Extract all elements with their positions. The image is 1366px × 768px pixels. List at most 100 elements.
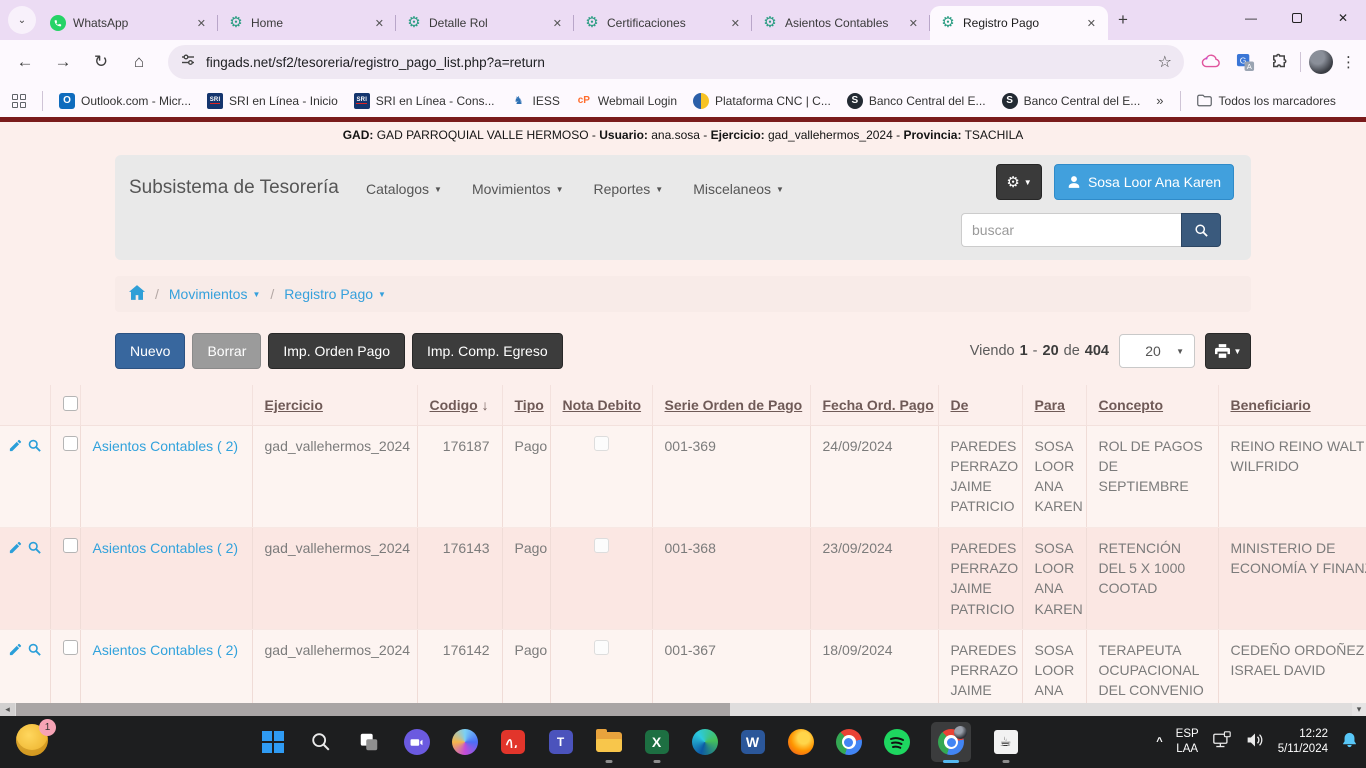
taskbar-widget-icon[interactable]: 1 xyxy=(16,724,52,760)
touch-keyboard-icon[interactable] xyxy=(1212,731,1232,754)
copilot-button[interactable] xyxy=(451,729,478,756)
bookmark-sri-consultas[interactable]: SRISRI en Línea - Cons... xyxy=(354,93,495,109)
asientos-contables-link[interactable]: Asientos Contables ( 2) xyxy=(93,540,239,556)
apps-grid-icon[interactable] xyxy=(12,94,26,108)
imp-comp-egreso-button[interactable]: Imp. Comp. Egreso xyxy=(412,333,563,369)
row-checkbox[interactable] xyxy=(63,436,78,451)
horizontal-scrollbar[interactable]: ◂ ▾ xyxy=(0,703,1366,716)
spotify-button[interactable] xyxy=(883,729,910,756)
back-icon[interactable]: ← xyxy=(10,47,40,77)
tab-certificaciones[interactable]: ⚙ Certificaciones ✕ xyxy=(574,6,752,40)
print-button[interactable]: ▼ xyxy=(1205,333,1251,369)
reload-icon[interactable]: ↻ xyxy=(86,47,116,77)
chrome-active-window-button[interactable] xyxy=(931,722,971,762)
horizontal-scrollbar-thumb[interactable] xyxy=(16,703,730,716)
bookmark-cnc[interactable]: Plataforma CNC | C... xyxy=(693,93,831,109)
translate-icon[interactable]: GA xyxy=(1232,49,1258,75)
file-explorer-button[interactable] xyxy=(595,729,622,756)
edge-button[interactable] xyxy=(691,729,718,756)
col-para[interactable]: Para xyxy=(1022,385,1086,425)
menu-movimientos[interactable]: Movimientos▼ xyxy=(472,181,564,197)
word-button[interactable]: W xyxy=(739,729,766,756)
menu-reportes[interactable]: Reportes▼ xyxy=(593,181,663,197)
nuevo-button[interactable]: Nuevo xyxy=(115,333,185,369)
window-close-button[interactable]: ✕ xyxy=(1320,0,1366,36)
col-codigo[interactable]: Codigo ↓ xyxy=(417,385,502,425)
col-de[interactable]: De xyxy=(938,385,1022,425)
tab-whatsapp[interactable]: WhatsApp ✕ xyxy=(40,6,218,40)
tab-detalle-rol[interactable]: ⚙ Detalle Rol ✕ xyxy=(396,6,574,40)
scroll-left-arrow[interactable]: ◂ xyxy=(0,703,15,716)
imp-orden-pago-button[interactable]: Imp. Orden Pago xyxy=(268,333,405,369)
col-tipo[interactable]: Tipo xyxy=(502,385,550,425)
firefox-button[interactable] xyxy=(787,729,814,756)
chat-app-button[interactable] xyxy=(403,729,430,756)
java-app-button[interactable]: ☕ xyxy=(992,729,1019,756)
scroll-down-arrow[interactable]: ▾ xyxy=(1352,703,1366,716)
edit-icon[interactable] xyxy=(8,440,23,456)
acrobat-button[interactable] xyxy=(499,729,526,756)
row-checkbox[interactable] xyxy=(63,538,78,553)
bookmark-webmail[interactable]: cPWebmail Login xyxy=(576,93,677,109)
url-bar[interactable]: fingads.net/sf2/tesoreria/registro_pago_… xyxy=(168,45,1184,79)
bookmark-star-icon[interactable]: ☆ xyxy=(1158,52,1172,72)
tray-overflow-chevron[interactable]: ^ xyxy=(1156,736,1162,748)
clock[interactable]: 12:22 5/11/2024 xyxy=(1278,727,1328,757)
asientos-contables-link[interactable]: Asientos Contables ( 2) xyxy=(93,438,239,454)
start-button[interactable] xyxy=(259,729,286,756)
search-button[interactable] xyxy=(1181,213,1221,247)
col-fecha[interactable]: Fecha Ord. Pago xyxy=(810,385,938,425)
asientos-contables-link[interactable]: Asientos Contables ( 2) xyxy=(93,642,239,658)
site-settings-icon[interactable] xyxy=(180,52,196,73)
excel-button[interactable]: X xyxy=(643,729,670,756)
forward-icon[interactable]: → xyxy=(48,47,78,77)
bookmark-outlook[interactable]: OOutlook.com - Micr... xyxy=(59,93,191,109)
settings-button[interactable]: ⚙▼ xyxy=(996,164,1042,200)
col-beneficiario[interactable]: Beneficiario xyxy=(1218,385,1366,425)
notification-bell-icon[interactable] xyxy=(1341,731,1358,754)
new-tab-button[interactable]: + xyxy=(1118,10,1128,30)
extensions-puzzle-icon[interactable] xyxy=(1266,49,1292,75)
tab-registro-pago-active[interactable]: ⚙ Registro Pago ✕ xyxy=(930,6,1108,40)
chrome-button[interactable] xyxy=(835,729,862,756)
volume-icon[interactable] xyxy=(1245,731,1265,754)
page-size-select[interactable]: 20▼ xyxy=(1119,334,1195,368)
view-icon[interactable] xyxy=(27,542,42,558)
user-button[interactable]: Sosa Loor Ana Karen xyxy=(1054,164,1234,200)
bookmark-iess[interactable]: ♞IESS xyxy=(511,93,560,109)
col-serie[interactable]: Serie Orden de Pago xyxy=(652,385,810,425)
taskbar-search-button[interactable] xyxy=(307,729,334,756)
view-icon[interactable] xyxy=(27,440,42,456)
close-icon[interactable]: ✕ xyxy=(371,15,388,32)
tab-home[interactable]: ⚙ Home ✕ xyxy=(218,6,396,40)
menu-miscelaneos[interactable]: Miscelaneos▼ xyxy=(693,181,784,197)
bookmark-bce-2[interactable]: SBanco Central del E... xyxy=(1002,93,1141,109)
close-icon[interactable]: ✕ xyxy=(727,15,744,32)
breadcrumb-movimientos[interactable]: Movimientos▼ xyxy=(169,286,261,302)
edit-icon[interactable] xyxy=(8,644,23,660)
menu-catalogos[interactable]: Catalogos▼ xyxy=(366,181,442,197)
home-breadcrumb-icon[interactable] xyxy=(129,285,145,303)
col-ejercicio[interactable]: Ejercicio xyxy=(252,385,417,425)
close-icon[interactable]: ✕ xyxy=(905,15,922,32)
tab-asientos-contables[interactable]: ⚙ Asientos Contables ✕ xyxy=(752,6,930,40)
bookmarks-overflow-button[interactable]: » xyxy=(1156,93,1163,108)
col-concepto[interactable]: Concepto xyxy=(1086,385,1218,425)
close-icon[interactable]: ✕ xyxy=(1083,15,1100,32)
select-all-checkbox[interactable] xyxy=(63,396,78,411)
teams-button[interactable]: T xyxy=(547,729,574,756)
window-minimize-button[interactable]: — xyxy=(1228,0,1274,36)
borrar-button[interactable]: Borrar xyxy=(192,333,261,369)
search-input[interactable] xyxy=(961,213,1181,247)
row-checkbox[interactable] xyxy=(63,640,78,655)
col-nota-debito[interactable]: Nota Debito xyxy=(550,385,652,425)
bookmark-sri-inicio[interactable]: SRISRI en Línea - Inicio xyxy=(207,93,338,109)
all-bookmarks-button[interactable]: Todos los marcadores xyxy=(1197,93,1336,109)
view-icon[interactable] xyxy=(27,644,42,660)
home-icon[interactable]: ⌂ xyxy=(124,47,154,77)
profile-avatar[interactable] xyxy=(1309,50,1333,74)
language-indicator[interactable]: ESP LAA xyxy=(1176,727,1199,757)
window-maximize-button[interactable] xyxy=(1274,0,1320,36)
browser-menu-icon[interactable]: ⋮ xyxy=(1341,53,1356,71)
edit-icon[interactable] xyxy=(8,542,23,558)
